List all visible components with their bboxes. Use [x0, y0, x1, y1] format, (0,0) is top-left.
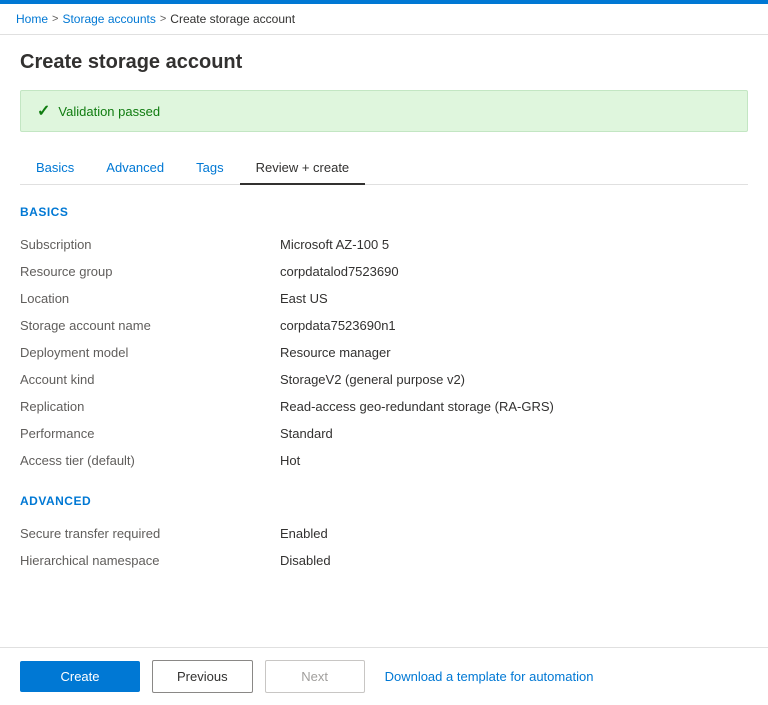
tab-advanced[interactable]: Advanced: [90, 152, 180, 185]
tab-tags[interactable]: Tags: [180, 152, 239, 185]
value-hierarchical-namespace: Disabled: [280, 553, 748, 568]
label-hierarchical-namespace: Hierarchical namespace: [20, 553, 280, 568]
row-location: Location East US: [20, 285, 748, 312]
section-header-basics: BASICS: [20, 205, 748, 219]
breadcrumb-home[interactable]: Home: [16, 12, 48, 26]
row-deployment-model: Deployment model Resource manager: [20, 339, 748, 366]
value-deployment-model: Resource manager: [280, 345, 748, 360]
value-account-kind: StorageV2 (general purpose v2): [280, 372, 748, 387]
basics-table: Subscription Microsoft AZ-100 5 Resource…: [20, 231, 748, 474]
row-secure-transfer: Secure transfer required Enabled: [20, 520, 748, 547]
row-performance: Performance Standard: [20, 420, 748, 447]
label-account-kind: Account kind: [20, 372, 280, 387]
label-performance: Performance: [20, 426, 280, 441]
label-deployment-model: Deployment model: [20, 345, 280, 360]
value-location: East US: [280, 291, 748, 306]
advanced-table: Secure transfer required Enabled Hierarc…: [20, 520, 748, 574]
tab-bar: Basics Advanced Tags Review + create: [20, 152, 748, 185]
row-subscription: Subscription Microsoft AZ-100 5: [20, 231, 748, 258]
next-button: Next: [265, 660, 365, 693]
value-performance: Standard: [280, 426, 748, 441]
page-title: Create storage account: [20, 51, 748, 74]
breadcrumb-current: Create storage account: [170, 12, 295, 26]
row-access-tier: Access tier (default) Hot: [20, 447, 748, 474]
breadcrumb-sep-1: >: [52, 13, 58, 25]
label-secure-transfer: Secure transfer required: [20, 526, 280, 541]
previous-button[interactable]: Previous: [152, 660, 253, 693]
footer-bar: Create Previous Next Download a template…: [0, 647, 768, 705]
breadcrumb-sep-2: >: [160, 13, 166, 25]
label-subscription: Subscription: [20, 237, 280, 252]
section-header-advanced: ADVANCED: [20, 494, 748, 508]
value-resource-group: corpdatalod7523690: [280, 264, 748, 279]
tab-basics[interactable]: Basics: [20, 152, 90, 185]
tab-review-create[interactable]: Review + create: [240, 152, 366, 185]
value-storage-account-name: corpdata7523690n1: [280, 318, 748, 333]
validation-banner: ✓ Validation passed: [20, 90, 748, 132]
value-replication: Read-access geo-redundant storage (RA-GR…: [280, 399, 748, 414]
validation-check-icon: ✓: [37, 101, 50, 121]
label-location: Location: [20, 291, 280, 306]
create-button[interactable]: Create: [20, 661, 140, 692]
row-hierarchical-namespace: Hierarchical namespace Disabled: [20, 547, 748, 574]
label-resource-group: Resource group: [20, 264, 280, 279]
value-access-tier: Hot: [280, 453, 748, 468]
label-replication: Replication: [20, 399, 280, 414]
row-resource-group: Resource group corpdatalod7523690: [20, 258, 748, 285]
row-replication: Replication Read-access geo-redundant st…: [20, 393, 748, 420]
validation-text: Validation passed: [58, 104, 160, 119]
label-storage-account-name: Storage account name: [20, 318, 280, 333]
download-template-link[interactable]: Download a template for automation: [385, 669, 594, 684]
row-storage-account-name: Storage account name corpdata7523690n1: [20, 312, 748, 339]
breadcrumb: Home > Storage accounts > Create storage…: [0, 4, 768, 35]
value-secure-transfer: Enabled: [280, 526, 748, 541]
label-access-tier: Access tier (default): [20, 453, 280, 468]
row-account-kind: Account kind StorageV2 (general purpose …: [20, 366, 748, 393]
breadcrumb-storage-accounts[interactable]: Storage accounts: [62, 12, 155, 26]
value-subscription: Microsoft AZ-100 5: [280, 237, 748, 252]
